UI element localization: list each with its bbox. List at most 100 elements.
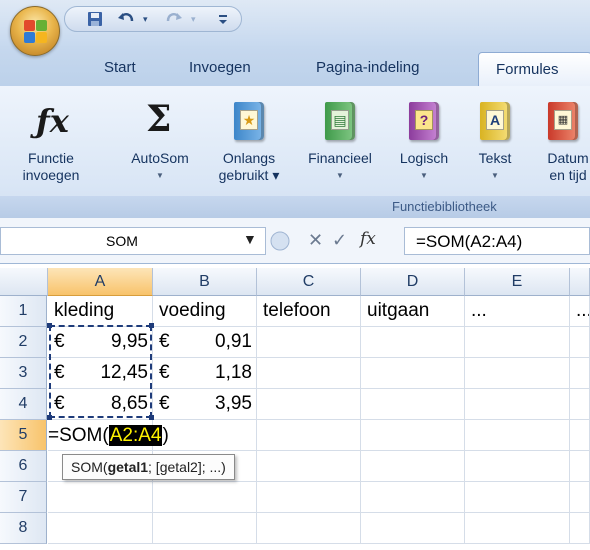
cell-a7[interactable] [48,482,153,513]
financieel-button[interactable]: ▤ Financieel ▼ [296,86,384,196]
cell-e6[interactable] [465,451,570,482]
tooltip-rest: ; [getal2]; ...) [148,459,226,475]
cell-text: ... [471,300,487,321]
row-header-3[interactable]: 3 [0,358,47,389]
cell-b3[interactable]: €1,18 [153,358,257,389]
cell-d1[interactable]: uitgaan [361,296,465,327]
onlangs-gebruikt-button[interactable]: ★ Onlangs gebruikt ▾ [206,86,292,196]
cell-d4[interactable] [361,389,465,420]
functie-invoegen-button[interactable]: ƒx Functie invoegen [12,86,90,196]
autosom-button[interactable]: Σ AutoSom ▼ [116,86,204,196]
ribbon-tabs: Start Invoegen Pagina-indeling Formules [0,46,590,88]
tekst-button[interactable]: A Tekst ▼ [464,86,526,196]
cancel-icon[interactable]: ✕ [308,230,323,251]
function-tooltip[interactable]: SOM(getal1; [getal2]; ...) [62,454,235,480]
datum-en-tijd-button[interactable]: ▦ Datum en tijd [528,86,590,196]
formula-bar: SOM ▼ ✕ ✓ fx =SOM(A2:A4) [0,218,590,264]
cell-b1[interactable]: voeding [153,296,257,327]
cell-e7[interactable] [465,482,570,513]
redo-icon[interactable] [165,11,183,31]
cell-amount: 3,95 [215,393,252,414]
office-button[interactable] [10,6,60,56]
tab-invoegen[interactable]: Invoegen [189,59,251,76]
cell-a2[interactable]: €9,95 [48,327,153,358]
cell-a5-editing[interactable]: =SOM(A2:A4) [48,421,169,450]
cell-a3[interactable]: €12,45 [48,358,153,389]
cell-f5[interactable] [570,420,590,451]
tab-start[interactable]: Start [104,59,136,76]
cell-d2[interactable] [361,327,465,358]
insert-function-icon[interactable]: fx [360,229,376,249]
column-header-e[interactable]: E [465,268,570,296]
row-header-1[interactable]: 1 [0,296,47,327]
column-header-c[interactable]: C [257,268,361,296]
cell-c6[interactable] [257,451,361,482]
cell-f8[interactable] [570,513,590,544]
cell-c3[interactable] [257,358,361,389]
cell-e8[interactable] [465,513,570,544]
cell-f6[interactable] [570,451,590,482]
cell-b2[interactable]: €0,91 [153,327,257,358]
cell-d8[interactable] [361,513,465,544]
row-header-7[interactable]: 7 [0,482,47,513]
cell-d6[interactable] [361,451,465,482]
row-header-4[interactable]: 4 [0,389,47,420]
formula-bar-buttons: ✕ ✓ fx [270,227,402,255]
cell-a8[interactable] [48,513,153,544]
cell-c4[interactable] [257,389,361,420]
cell-c1[interactable]: telefoon [257,296,361,327]
undo-dropdown-icon[interactable]: ▾ [143,11,148,27]
row-header-2[interactable]: 2 [0,327,47,358]
redo-dropdown-icon[interactable]: ▾ [191,11,196,27]
cell-c2[interactable] [257,327,361,358]
name-box-dropdown-icon[interactable]: ▼ [243,231,257,247]
cell-d3[interactable] [361,358,465,389]
formula-input[interactable]: =SOM(A2:A4) [404,227,590,255]
save-icon[interactable] [87,11,103,31]
cell-f4[interactable] [570,389,590,420]
row-header-6[interactable]: 6 [0,451,47,482]
currency-symbol: € [159,393,170,414]
select-all-corner[interactable] [0,268,48,296]
cell-e5[interactable] [465,420,570,451]
tab-formules[interactable]: Formules [478,52,590,88]
cell-c7[interactable] [257,482,361,513]
cell-e3[interactable] [465,358,570,389]
enter-icon[interactable]: ✓ [332,230,347,251]
column-header-d[interactable]: D [361,268,465,296]
customize-icon[interactable] [217,11,229,31]
tab-pagina-indeling[interactable]: Pagina-indeling [316,59,419,76]
cell-d5[interactable] [361,420,465,451]
cell-a1[interactable]: kleding [48,296,153,327]
column-header-b[interactable]: B [153,268,257,296]
tab-formules-label: Formules [496,61,559,78]
financieel-label: Financieel ▼ [296,150,384,184]
row-header-8[interactable]: 8 [0,513,47,544]
cell-amount: 1,18 [215,362,252,383]
cell-e1[interactable]: ... [465,296,570,327]
cell-e4[interactable] [465,389,570,420]
group-label: Functiebibliotheek [392,199,497,214]
name-box[interactable]: SOM ▼ [0,227,266,255]
row-header-5[interactable]: 5 [0,420,47,451]
cell-f3[interactable] [570,358,590,389]
cell-a4[interactable]: €8,65 [48,389,153,420]
undo-icon[interactable] [117,11,135,31]
cell-f1[interactable]: ... [570,296,590,327]
cell-b7[interactable] [153,482,257,513]
cell-b8[interactable] [153,513,257,544]
cell-e2[interactable] [465,327,570,358]
cell-text: voeding [159,300,226,321]
cell-b4[interactable]: €3,95 [153,389,257,420]
logisch-button[interactable]: ? Logisch ▼ [386,86,462,196]
text-book-icon: A [480,102,510,140]
cell-f2[interactable] [570,327,590,358]
cell-d7[interactable] [361,482,465,513]
cell-c5[interactable] [257,420,361,451]
column-header-f[interactable] [570,268,590,296]
column-header-a[interactable]: A [48,268,153,296]
cell-amount: 8,65 [111,393,148,414]
cell-f7[interactable] [570,482,590,513]
cell-c8[interactable] [257,513,361,544]
tooltip-arg1[interactable]: getal1 [108,459,148,475]
